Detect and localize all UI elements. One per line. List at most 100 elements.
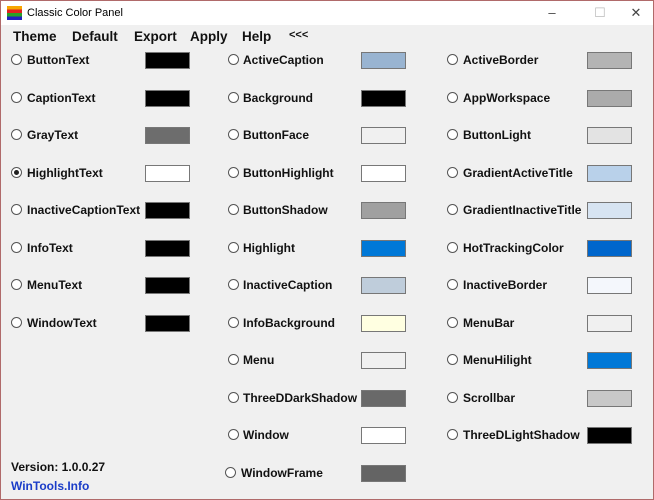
swatch-three-ddark-shadow[interactable] bbox=[361, 389, 406, 407]
radio-button-face[interactable] bbox=[228, 129, 239, 140]
radio-menu[interactable] bbox=[228, 354, 239, 365]
swatch-gradient-inactive-title[interactable] bbox=[587, 202, 632, 219]
swatch-inactive-border[interactable] bbox=[587, 277, 632, 294]
swatch-button-text[interactable] bbox=[145, 52, 190, 69]
swatch-menu-hilight[interactable] bbox=[587, 352, 632, 369]
swatch-hot-tracking-color[interactable] bbox=[587, 239, 632, 257]
close-button[interactable]: ✕ bbox=[621, 3, 651, 23]
label-button-highlight[interactable]: ButtonHighlight bbox=[243, 166, 334, 180]
swatch-active-border[interactable] bbox=[587, 52, 632, 69]
label-menu-hilight[interactable]: MenuHilight bbox=[463, 353, 532, 367]
radio-highlight-text[interactable] bbox=[11, 166, 22, 178]
radio-window[interactable] bbox=[228, 429, 239, 440]
radio-info-text[interactable] bbox=[11, 241, 22, 253]
swatch-active-caption[interactable] bbox=[361, 52, 406, 69]
swatch-button-shadow[interactable] bbox=[361, 202, 406, 219]
radio-button-highlight[interactable] bbox=[228, 166, 239, 178]
radio-gray-text[interactable] bbox=[11, 129, 22, 140]
swatch-window-text[interactable] bbox=[145, 314, 190, 332]
radio-inactive-border[interactable] bbox=[447, 279, 458, 290]
radio-button-text[interactable] bbox=[11, 54, 22, 65]
swatch-button-face[interactable] bbox=[361, 127, 406, 144]
radio-menu-text[interactable] bbox=[11, 279, 22, 290]
label-menu[interactable]: Menu bbox=[243, 353, 274, 367]
swatch-button-highlight[interactable] bbox=[361, 164, 406, 182]
swatch-three-dlight-shadow[interactable] bbox=[587, 427, 632, 444]
minimize-button[interactable]: – bbox=[537, 3, 567, 23]
label-highlight[interactable]: Highlight bbox=[243, 241, 295, 255]
menu-apply[interactable]: Apply bbox=[190, 29, 228, 44]
radio-scrollbar[interactable] bbox=[447, 391, 458, 403]
label-three-ddark-shadow[interactable]: ThreeDDarkShadow bbox=[243, 391, 357, 405]
radio-hot-tracking-color[interactable] bbox=[447, 241, 458, 253]
radio-inactive-caption[interactable] bbox=[228, 279, 239, 290]
label-background[interactable]: Background bbox=[243, 91, 313, 105]
swatch-menu[interactable] bbox=[361, 352, 406, 369]
radio-background[interactable] bbox=[228, 91, 239, 103]
swatch-info-text[interactable] bbox=[145, 239, 190, 257]
swatch-inactive-caption[interactable] bbox=[361, 277, 406, 294]
radio-three-dlight-shadow[interactable] bbox=[447, 429, 458, 440]
label-button-light[interactable]: ButtonLight bbox=[463, 128, 531, 142]
menu-default[interactable]: Default bbox=[72, 29, 118, 44]
label-info-text[interactable]: InfoText bbox=[27, 241, 73, 255]
radio-window-text[interactable] bbox=[11, 316, 22, 328]
label-info-background[interactable]: InfoBackground bbox=[243, 316, 335, 330]
radio-window-frame[interactable] bbox=[225, 466, 236, 478]
radio-inactive-caption-text[interactable] bbox=[11, 204, 22, 215]
swatch-app-workspace[interactable] bbox=[587, 89, 632, 107]
swatch-background[interactable] bbox=[361, 89, 406, 107]
swatch-window[interactable] bbox=[361, 427, 406, 444]
swatch-highlight[interactable] bbox=[361, 239, 406, 257]
radio-three-ddark-shadow[interactable] bbox=[228, 391, 239, 403]
label-gradient-active-title[interactable]: GradientActiveTitle bbox=[463, 166, 573, 180]
swatch-highlight-text[interactable] bbox=[145, 164, 190, 182]
swatch-gradient-active-title[interactable] bbox=[587, 164, 632, 182]
radio-active-caption[interactable] bbox=[228, 54, 239, 65]
radio-app-workspace[interactable] bbox=[447, 91, 458, 103]
label-window-text[interactable]: WindowText bbox=[27, 316, 97, 330]
radio-info-background[interactable] bbox=[228, 316, 239, 328]
label-inactive-caption-text[interactable]: InactiveCaptionText bbox=[27, 203, 140, 217]
label-button-text[interactable]: ButtonText bbox=[27, 53, 89, 67]
swatch-menu-bar[interactable] bbox=[587, 314, 632, 332]
label-menu-text[interactable]: MenuText bbox=[27, 278, 82, 292]
swatch-info-background[interactable] bbox=[361, 314, 406, 332]
menu-help[interactable]: Help bbox=[242, 29, 271, 44]
swatch-menu-text[interactable] bbox=[145, 277, 190, 294]
swatch-window-frame[interactable] bbox=[361, 464, 406, 482]
label-scrollbar[interactable]: Scrollbar bbox=[463, 391, 515, 405]
label-gradient-inactive-title[interactable]: GradientInactiveTitle bbox=[463, 203, 581, 217]
label-app-workspace[interactable]: AppWorkspace bbox=[463, 91, 550, 105]
swatch-button-light[interactable] bbox=[587, 127, 632, 144]
label-inactive-caption[interactable]: InactiveCaption bbox=[243, 278, 332, 292]
label-active-caption[interactable]: ActiveCaption bbox=[243, 53, 324, 67]
label-three-dlight-shadow[interactable]: ThreeDLightShadow bbox=[463, 428, 580, 442]
menu-theme[interactable]: Theme bbox=[13, 29, 57, 44]
maximize-button[interactable]: ☐ bbox=[585, 3, 615, 23]
label-inactive-border[interactable]: InactiveBorder bbox=[463, 278, 547, 292]
label-hot-tracking-color[interactable]: HotTrackingColor bbox=[463, 241, 564, 255]
label-button-face[interactable]: ButtonFace bbox=[243, 128, 309, 142]
label-highlight-text[interactable]: HighlightText bbox=[27, 166, 103, 180]
radio-caption-text[interactable] bbox=[11, 91, 22, 103]
radio-gradient-active-title[interactable] bbox=[447, 166, 458, 178]
label-gray-text[interactable]: GrayText bbox=[27, 128, 78, 142]
radio-gradient-inactive-title[interactable] bbox=[447, 204, 458, 215]
swatch-scrollbar[interactable] bbox=[587, 389, 632, 407]
swatch-caption-text[interactable] bbox=[145, 89, 190, 107]
label-active-border[interactable]: ActiveBorder bbox=[463, 53, 538, 67]
label-window[interactable]: Window bbox=[243, 428, 289, 442]
label-button-shadow[interactable]: ButtonShadow bbox=[243, 203, 328, 217]
radio-highlight[interactable] bbox=[228, 241, 239, 253]
menu-export[interactable]: Export bbox=[134, 29, 177, 44]
website-link[interactable]: WinTools.Info bbox=[11, 479, 89, 493]
radio-active-border[interactable] bbox=[447, 54, 458, 65]
label-window-frame[interactable]: WindowFrame bbox=[241, 466, 323, 480]
swatch-inactive-caption-text[interactable] bbox=[145, 202, 190, 219]
swatch-gray-text[interactable] bbox=[145, 127, 190, 144]
radio-menu-hilight[interactable] bbox=[447, 354, 458, 365]
label-menu-bar[interactable]: MenuBar bbox=[463, 316, 514, 330]
radio-button-light[interactable] bbox=[447, 129, 458, 140]
label-caption-text[interactable]: CaptionText bbox=[27, 91, 95, 105]
